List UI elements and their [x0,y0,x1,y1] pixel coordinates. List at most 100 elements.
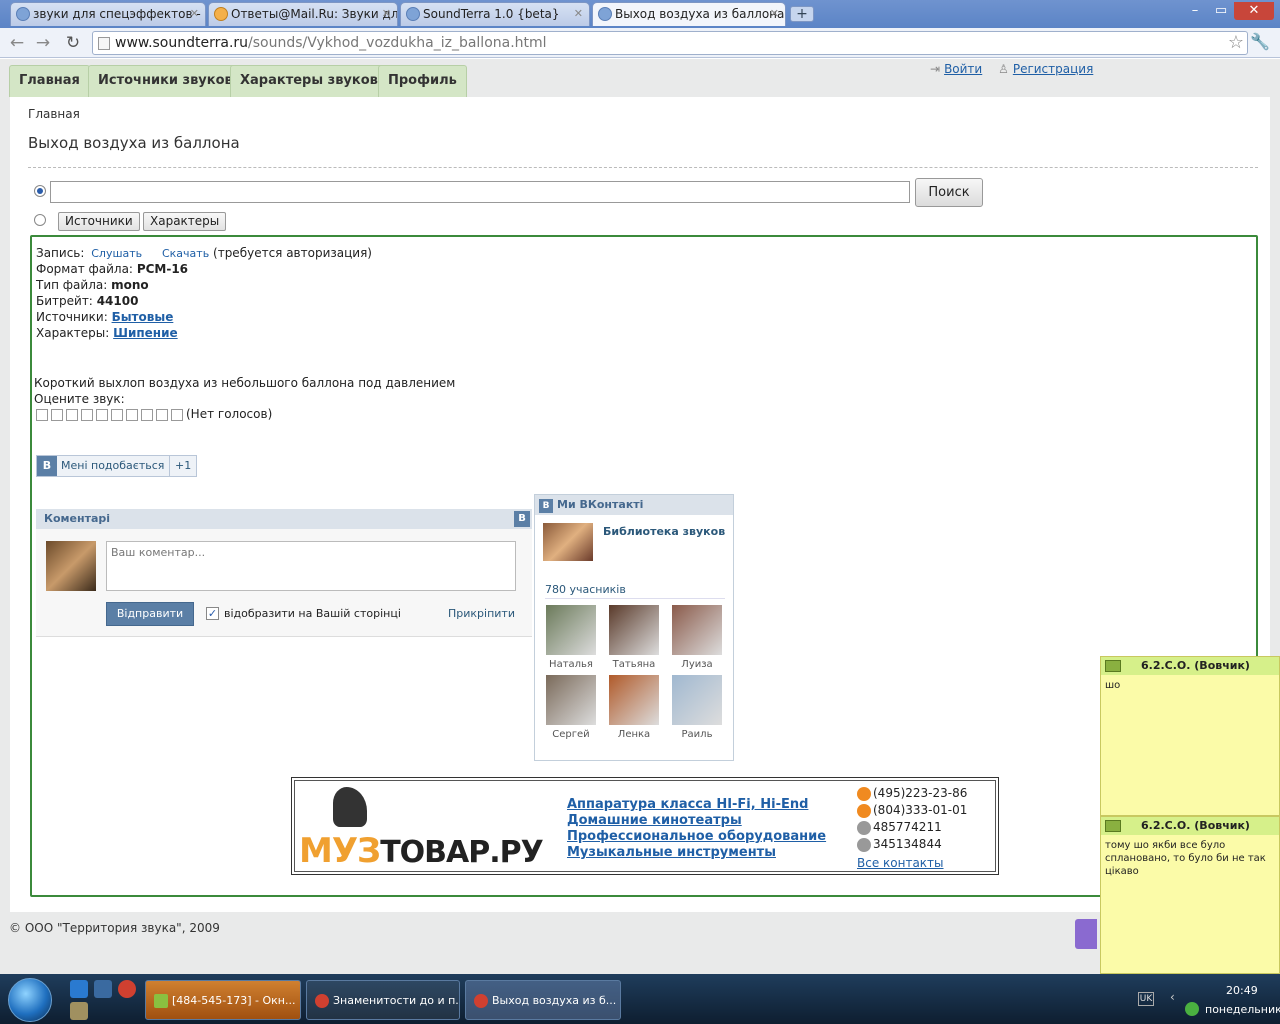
address-bar[interactable]: www.soundterra.ru/sounds/Vykhod_vozdukha… [92,31,1248,55]
sources-line: Источники: Бытовые [36,310,173,324]
contact-item: 485774211 [857,820,942,835]
banner-link-instruments[interactable]: Музыкальные инструменты [567,845,776,860]
note-title: 6.2.С.О. (Вовчик) [1141,659,1250,672]
browser-tab-1[interactable]: звуки для спецэффектов - П ✕ [10,2,206,26]
sources-button[interactable]: Источники [58,212,140,231]
language-indicator[interactable]: UK [1138,992,1154,1006]
rating-widget: (Нет голосов) [36,407,272,421]
show-on-page-checkbox[interactable]: ✓ [206,607,219,620]
search-text-radio[interactable] [34,185,46,197]
download-link[interactable]: Скачать [162,247,209,260]
comment-input[interactable]: Ваш коментар... [106,541,516,591]
close-tab-icon[interactable]: ✕ [770,3,779,25]
browser-tab-2[interactable]: Ответы@Mail.Ru: Звуки для ✕ [208,2,398,26]
back-arrow-icon[interactable]: ← [6,32,28,54]
members-count[interactable]: 780 учасників [545,583,725,599]
rating-star[interactable] [51,408,63,421]
search-button[interactable]: Поиск [915,178,983,207]
maximize-button[interactable]: ▭ [1208,2,1234,20]
divider [28,167,1258,168]
banner-link-cinema[interactable]: Домашние кинотеатры [567,813,742,828]
vk-like-button[interactable]: В Мені подобається [36,455,172,477]
ie-icon[interactable] [70,980,88,998]
send-comment-button[interactable]: Відправити [106,602,194,626]
taskbar-item-chrome-1[interactable]: Знаменитости до и п... [306,980,460,1020]
breadcrumb[interactable]: Главная [28,107,80,121]
rating-star[interactable] [36,408,48,421]
tray-expand-icon[interactable]: ‹ [1170,990,1175,1004]
close-tab-icon[interactable]: ✕ [574,3,583,25]
sticky-note-2[interactable]: 6.2.С.О. (Вовчик) тому шо якби все було … [1100,816,1280,974]
characters-button[interactable]: Характеры [143,212,227,231]
start-button[interactable] [8,978,52,1022]
banner-link-hifi[interactable]: Аппаратура класса HI-Fi, Hi-End [567,797,808,812]
rating-star[interactable] [156,408,168,421]
chars-link[interactable]: Шипение [113,326,178,340]
member-avatar [672,675,722,725]
globe-favicon-icon [406,7,420,21]
phone-icon [857,786,871,801]
member-item[interactable]: Сергей [545,675,597,740]
rating-star[interactable] [66,408,78,421]
icq-icon [857,820,871,835]
close-tab-icon[interactable]: ✕ [190,3,199,25]
rating-star[interactable] [96,408,108,421]
app-icon[interactable] [70,1002,88,1020]
reload-icon[interactable]: ↻ [62,32,84,54]
all-contacts-link[interactable]: Все контакты [857,856,944,870]
nav-tab-sources[interactable]: Источники звуков [88,65,243,97]
tab-label: SoundTerra 1.0 {beta} [423,7,560,21]
member-item[interactable]: Татьяна [608,605,660,670]
browser-tab-3[interactable]: SoundTerra 1.0 {beta} ✕ [400,2,590,26]
chars-line: Характеры: Шипение [36,326,178,340]
sources-link[interactable]: Бытовые [112,310,174,324]
register-link[interactable]: Регистрация [1013,62,1093,76]
side-widget-button[interactable] [1075,919,1097,949]
wrench-icon[interactable]: 🔧 [1250,32,1270,51]
note-icon [1105,660,1121,672]
search-category-radio[interactable] [34,214,46,226]
rating-star[interactable] [126,408,138,421]
close-window-button[interactable]: ✕ [1234,2,1274,20]
new-tab-button[interactable]: + [790,6,814,22]
listen-link[interactable]: Слушать [91,247,142,260]
nav-tab-profile[interactable]: Профиль [378,65,467,97]
page-title: Выход воздуха из баллона [28,134,240,152]
browser-tab-active[interactable]: Выход воздуха из баллона ✕ [592,2,786,26]
tab-label: Ответы@Mail.Ru: Звуки для [231,7,398,21]
ad-banner[interactable]: МУЗТОВАР.РУ Аппаратура класса HI-Fi, Hi-… [291,777,999,875]
close-tab-icon[interactable]: ✕ [382,3,391,25]
forward-arrow-icon[interactable]: → [32,32,54,54]
taskbar-item-icq[interactable]: [484-545-173] - Окн... [145,980,301,1020]
nav-tab-characters[interactable]: Характеры звуков [230,65,388,97]
member-avatar [546,675,596,725]
vk-logo-icon: В [37,456,57,476]
bookmark-star-icon[interactable]: ☆ [1228,32,1244,53]
member-item[interactable]: Раиль [671,675,723,740]
member-item[interactable]: Наталья [545,605,597,670]
minimize-button[interactable]: – [1182,2,1208,20]
member-name: Татьяна [612,659,656,670]
rating-star[interactable] [111,408,123,421]
taskbar-item-chrome-2[interactable]: Выход воздуха из б... [465,980,621,1020]
clock-day[interactable]: понедельник [1205,1003,1280,1016]
nav-tab-home[interactable]: Главная [9,65,90,97]
clock-time[interactable]: 20:49 [1226,984,1258,997]
rating-star[interactable] [171,408,183,421]
group-name[interactable]: Библиотека звуков [603,525,725,538]
contact-item: (804)333-01-01 [857,803,967,818]
icq-tray-icon[interactable] [1185,1002,1199,1016]
show-desktop-icon[interactable] [94,980,112,998]
member-item[interactable]: Ленка [608,675,660,740]
member-item[interactable]: Луиза [671,605,723,670]
footer-copyright: © ООО "Территория звука", 2009 [9,921,220,935]
attach-link[interactable]: Прикріпити [448,607,515,620]
login-link[interactable]: Войти [944,62,982,76]
search-input[interactable] [50,181,910,203]
chrome-icon[interactable] [118,980,136,998]
group-avatar[interactable] [543,523,593,561]
banner-link-pro[interactable]: Профессиональное оборудование [567,829,826,844]
rating-star[interactable] [81,408,93,421]
sticky-note-1[interactable]: 6.2.С.О. (Вовчик) шо [1100,656,1280,816]
rating-star[interactable] [141,408,153,421]
